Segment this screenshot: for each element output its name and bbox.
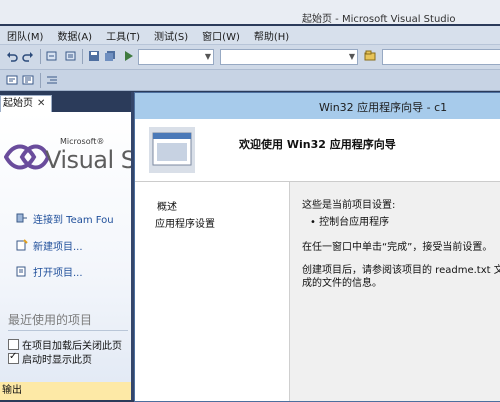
wizard-nav: 概述 应用程序设置 [135,182,290,401]
output-panel-tab[interactable]: 输出 [0,382,133,400]
dialog-title: Win32 应用程序向导 - c1 [319,101,448,114]
dialog-header: 欢迎使用 Win32 应用程序向导 [135,119,500,182]
connect-icon [16,213,27,223]
window-titlebar: 起始页 - Microsoft Visual Studio [0,10,500,25]
toolbar-separator [40,49,41,64]
secondary-toolbar [0,70,500,91]
application-window-icon [149,127,195,173]
undo-icon[interactable] [6,50,18,62]
current-settings-text: 这些是当前项目设置: [302,200,396,211]
save-icon[interactable] [88,50,100,62]
menu-bar: 团队(M) 数据(A) 工具(T) 测试(S) 窗口(W) 帮助(H) [0,26,500,45]
accept-hint-text: 在任一窗口中单击“完成”，接受当前设置。 [302,242,493,253]
nav-overview[interactable]: 概述 [157,198,177,213]
menu-help[interactable]: 帮助(H) [247,28,296,43]
output-label: 输出 [2,385,22,396]
menu-tools[interactable]: 工具(T) [99,28,147,43]
bullet-text: 控制台应用程序 [319,217,390,228]
checkbox-label: 启动时显示此页 [22,355,92,366]
logo-microsoft-text: Microsoft® [60,137,105,146]
chevron-down-icon: ▼ [348,52,356,61]
link-label: 新建项目... [33,241,83,253]
comment-icon[interactable] [6,74,18,86]
save-all-icon[interactable] [104,50,116,62]
link-new-project[interactable]: 新建项目... [16,237,83,253]
bullet-console-app: • 控制台应用程序 [310,217,390,228]
logo-visual-studio-text: Visual S [45,146,136,174]
standard-toolbar: ▼ ▼ [0,45,500,70]
wizard-content: 这些是当前项目设置: • 控制台应用程序 在任一窗口中单击“完成”，接受当前设置… [290,182,500,401]
checkbox-box [8,339,19,350]
solution-platform-dropdown[interactable]: ▼ [220,49,358,65]
toolbar-separator [82,49,83,64]
new-project-icon [16,239,28,251]
open-project-icon [16,266,26,277]
divider [8,330,128,331]
recent-projects-title: 最近使用的项目 [8,313,93,327]
close-icon[interactable]: ✕ [37,98,45,109]
menu-data[interactable]: 数据(A) [50,28,99,43]
menu-window[interactable]: 窗口(W) [195,28,247,43]
find-combo[interactable] [382,49,500,65]
link-label: 打开项目... [33,267,83,279]
indent-icon[interactable] [46,74,58,86]
show-page-on-startup-checkbox[interactable]: ✓ 启动时显示此页 [8,351,92,366]
link-label: 连接到 Team Fou [33,214,114,226]
navigate-forward-icon[interactable] [64,50,76,62]
link-open-project[interactable]: 打开项目... [16,263,83,279]
after-create-text-2: 成的文件的信息。 [302,278,382,289]
checkbox-label: 在项目加载后关闭此页 [22,341,122,352]
solution-config-dropdown[interactable]: ▼ [138,49,214,65]
menu-team[interactable]: 团队(M) [0,28,50,43]
chevron-down-icon: ▼ [204,52,212,61]
navigate-back-icon[interactable] [46,50,58,62]
dialog-titlebar[interactable]: Win32 应用程序向导 - c1 [135,93,500,119]
window-title: 起始页 - Microsoft Visual Studio [302,14,456,25]
tab-label: 起始页 [3,98,33,109]
nav-application-settings[interactable]: 应用程序设置 [155,215,215,230]
redo-icon[interactable] [22,50,34,62]
uncomment-icon[interactable] [22,74,34,86]
close-page-after-load-checkbox[interactable]: 在项目加载后关闭此页 [8,337,122,352]
win32-wizard-dialog: Win32 应用程序向导 - c1 欢迎使用 Win32 应用程序向导 概述 应… [134,92,500,402]
menu-test[interactable]: 测试(S) [147,28,195,43]
checkmark-icon: ✓ [9,351,18,362]
find-in-files-icon[interactable] [364,50,376,62]
dialog-heading: 欢迎使用 Win32 应用程序向导 [239,138,396,151]
link-connect-team-foundation[interactable]: 连接到 Team Fou [16,210,114,226]
toolbar-separator [40,73,41,88]
checkbox-box: ✓ [8,351,19,364]
top-strip [0,0,500,10]
start-debug-icon[interactable] [122,50,134,62]
